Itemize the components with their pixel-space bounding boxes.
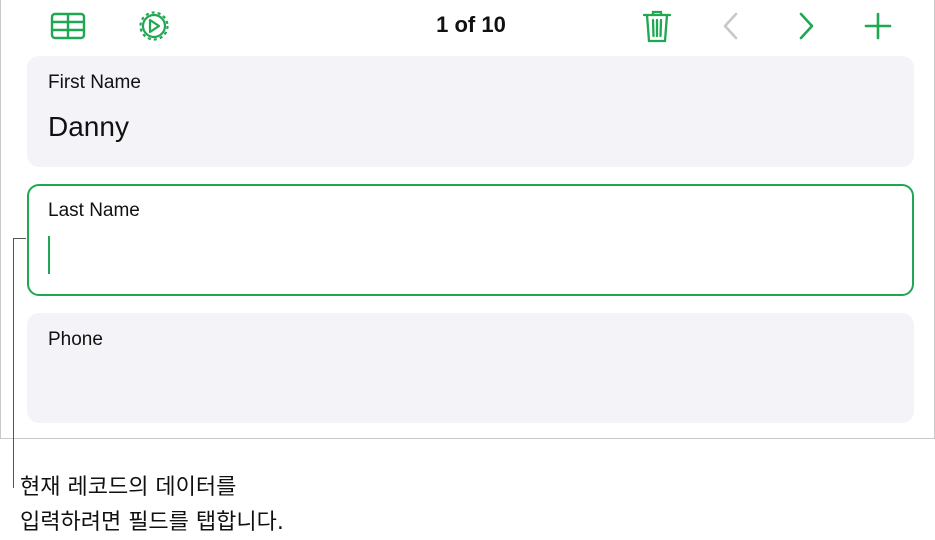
- trash-icon[interactable]: [639, 8, 675, 44]
- field-label: Last Name: [48, 200, 140, 221]
- field-value: Danny: [48, 111, 129, 142]
- table-grid-icon[interactable]: [50, 8, 86, 44]
- callout-tick: [13, 238, 26, 239]
- field-label: First Name: [48, 72, 141, 93]
- first-name-field[interactable]: First Name Danny: [27, 56, 914, 167]
- last-name-field[interactable]: Last Name: [27, 184, 914, 296]
- field-label: Phone: [48, 329, 103, 350]
- phone-field[interactable]: Phone: [27, 313, 914, 423]
- callout-line: [13, 238, 14, 488]
- plus-icon[interactable]: [860, 8, 896, 44]
- gear-icon[interactable]: [136, 8, 172, 44]
- chevron-left-icon[interactable]: [713, 8, 749, 44]
- toolbar: 1 of 10: [1, 0, 934, 52]
- callout-line-1: 현재 레코드의 데이터를: [20, 475, 237, 500]
- text-cursor: [48, 236, 50, 274]
- record-counter: 1 of 10: [436, 12, 506, 37]
- chevron-right-icon[interactable]: [788, 8, 824, 44]
- form-screen: 1 of 10 First Name Danny Last Name Phone: [0, 0, 935, 439]
- callout-line-2: 입력하려면 필드를 탭합니다.: [20, 510, 284, 535]
- callout-text: 현재 레코드의 데이터를 입력하려면 필드를 탭합니다.: [20, 470, 284, 540]
